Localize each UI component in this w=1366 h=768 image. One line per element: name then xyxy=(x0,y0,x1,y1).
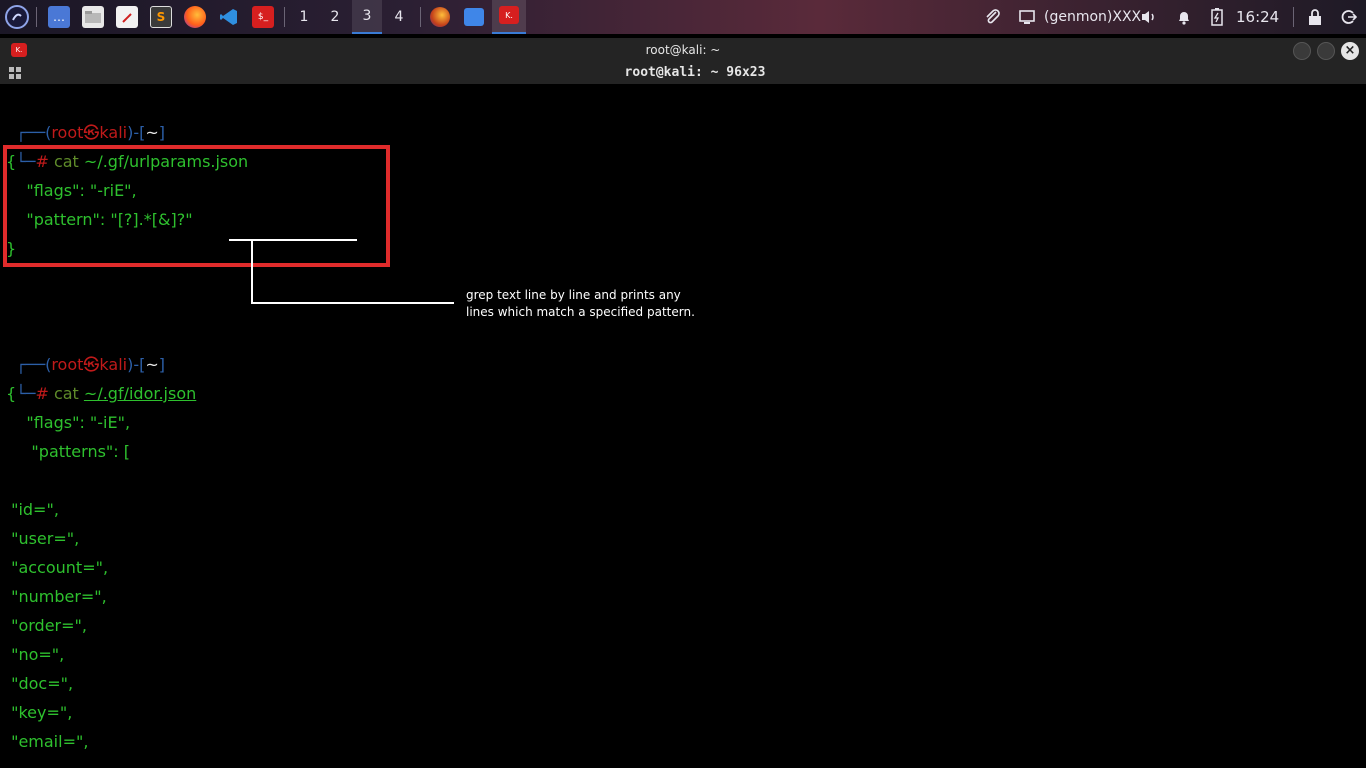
lock-icon[interactable] xyxy=(1304,6,1326,28)
json-list-item: "id=", xyxy=(6,500,59,519)
terminal-window-icon: K. xyxy=(499,6,519,24)
prompt-line: ┌──(root㉿kali)-[~] xyxy=(6,321,165,374)
json-list-item: "key=", xyxy=(6,703,73,722)
workspace-2[interactable]: 2 xyxy=(320,0,350,34)
genmon-label: (genmon)XXX xyxy=(1044,9,1142,25)
maximize-button[interactable] xyxy=(1317,42,1335,60)
workspace-3[interactable]: 3 xyxy=(352,0,382,34)
json-list-item: "order=", xyxy=(6,616,87,635)
json-list-item: "number=", xyxy=(6,587,107,606)
prompt-line: ┌──(root㉿kali)-[~] xyxy=(6,89,165,142)
json-line: "flags": "-iE", xyxy=(6,413,131,432)
json-list-item: "doc=", xyxy=(6,674,74,693)
volume-icon[interactable] xyxy=(1138,6,1160,28)
vscode-icon[interactable] xyxy=(218,6,240,28)
json-line: "patterns": [ xyxy=(6,442,130,461)
annotation-underline xyxy=(229,239,357,241)
annotation-line: grep text line by line and prints any xyxy=(466,288,681,302)
json-line: { xyxy=(6,384,17,403)
minimize-button[interactable] xyxy=(1293,42,1311,60)
taskbar-separator xyxy=(420,7,421,27)
show-desktop-icon[interactable]: … xyxy=(48,6,70,28)
file-manager-icon[interactable] xyxy=(82,6,104,28)
folder-window-icon[interactable] xyxy=(464,8,484,26)
taskbar-separator xyxy=(284,7,285,27)
command-argument: ~/.gf/idor.json xyxy=(83,384,197,403)
battery-icon[interactable] xyxy=(1206,6,1228,28)
taskbar-separator xyxy=(36,7,37,27)
workspace-4[interactable]: 4 xyxy=(384,0,414,34)
firefox-icon[interactable] xyxy=(184,6,206,28)
json-list-item: "email=", xyxy=(6,732,89,751)
annotation-connector xyxy=(251,241,253,304)
taskbar: … S $_ 1 2 3 4 K. (genmon)XXX 16:24 xyxy=(0,0,1366,34)
notification-bell-icon[interactable] xyxy=(1173,6,1195,28)
clock[interactable]: 16:24 xyxy=(1236,0,1279,34)
highlight-box xyxy=(3,145,390,267)
firefox-window-icon[interactable] xyxy=(430,7,450,27)
taskbar-separator xyxy=(1293,7,1294,27)
json-list-item: "user=", xyxy=(6,529,80,548)
annotation-line: lines which match a specified pattern. xyxy=(466,305,695,319)
text-editor-icon[interactable] xyxy=(116,6,138,28)
sublime-icon[interactable]: S xyxy=(150,6,172,28)
terminal-size-label: root@kali: ~ 96x23 xyxy=(624,65,766,80)
json-list-item: "account=", xyxy=(6,558,109,577)
kali-menu-icon[interactable] xyxy=(5,5,29,29)
command-name: cat xyxy=(53,384,79,403)
terminal-window-task[interactable]: K. xyxy=(492,0,526,34)
workspace-1[interactable]: 1 xyxy=(289,0,319,34)
json-list-item: "no=", xyxy=(6,645,65,664)
logout-icon[interactable] xyxy=(1338,6,1360,28)
command-line: └─# cat ~/.gf/idor.json xyxy=(6,350,196,403)
close-button[interactable]: × xyxy=(1341,42,1359,60)
terminal-launcher-icon[interactable]: $_ xyxy=(252,6,274,28)
prompt-corner: └─ xyxy=(16,384,36,403)
command-line: └─# cat ~/.gf/urlparams.json xyxy=(6,118,248,171)
annotation-connector xyxy=(251,302,454,304)
prompt-hash: # xyxy=(35,384,49,403)
annotation-text: grep text line by line and prints any li… xyxy=(466,287,726,321)
paperclip-icon[interactable] xyxy=(982,6,1004,28)
monitor-icon[interactable] xyxy=(1016,6,1038,28)
window-title: root@kali: ~ xyxy=(645,43,721,57)
